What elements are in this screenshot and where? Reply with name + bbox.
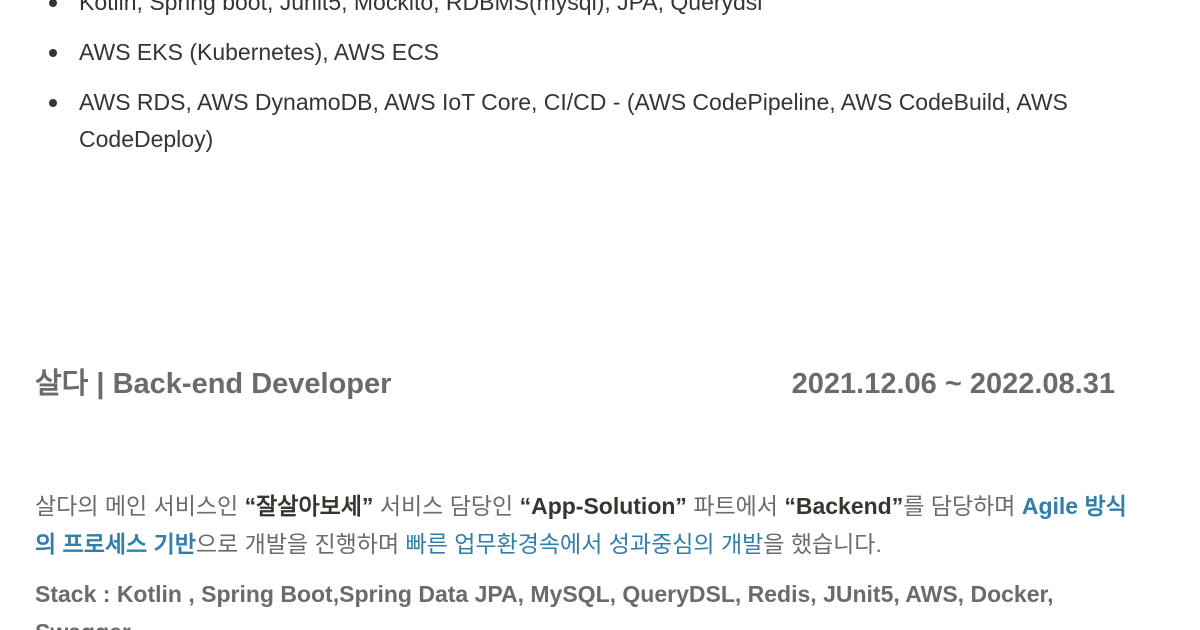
job-title: 살다 | Back-end Developer xyxy=(35,368,392,400)
desc-text: 서비스 담당인 xyxy=(373,493,520,519)
job-period: 2021.12.06 ~ 2022.08.31 xyxy=(791,368,1115,400)
desc-team-name: “App-Solution” xyxy=(519,493,687,519)
job-stack: Stack : Kotlin , Spring Boot,Spring Data… xyxy=(35,581,1054,630)
bullet-text: AWS RDS, AWS DynamoDB, AWS IoT Core, CI/… xyxy=(79,89,1068,152)
desc-text: 으로 개발을 진행하며 xyxy=(195,531,406,557)
desc-text: 살다의 메인 서비스인 xyxy=(35,493,245,519)
bullet-item-aws-services: AWS RDS, AWS DynamoDB, AWS IoT Core, CI/… xyxy=(0,84,1200,158)
tech-bullet-list: Kotlin, Spring boot, Junit5, Mockito, RD… xyxy=(0,0,1200,171)
bullet-text: AWS EKS (Kubernetes), AWS ECS xyxy=(79,39,440,65)
bullet-item-aws-containers: AWS EKS (Kubernetes), AWS ECS xyxy=(0,34,1200,71)
bullet-text: Kotlin, Spring boot, Junit5, Mockito, RD… xyxy=(79,0,763,15)
desc-text: 를 담당하며 xyxy=(903,493,1022,519)
job-description: 살다의 메인 서비스인 “잘살아보세” 서비스 담당인 “App-Solutio… xyxy=(35,487,1130,563)
desc-role-name: “Backend” xyxy=(784,493,904,519)
bullet-dot-icon xyxy=(49,99,57,107)
desc-text: 파트에서 xyxy=(686,493,785,519)
job-header: 살다 | Back-end Developer 2021.12.06 ~ 202… xyxy=(35,362,1115,406)
desc-text: 을 했습니다. xyxy=(763,531,882,557)
desc-highlight-performance: 빠른 업무환경속에서 성과중심의 개발 xyxy=(405,531,764,557)
desc-service-name: “잘살아보세” xyxy=(244,493,374,519)
bullet-dot-icon xyxy=(49,0,57,7)
bullet-dot-icon xyxy=(49,49,57,57)
bullet-item-backend-stack: Kotlin, Spring boot, Junit5, Mockito, RD… xyxy=(0,0,1200,21)
